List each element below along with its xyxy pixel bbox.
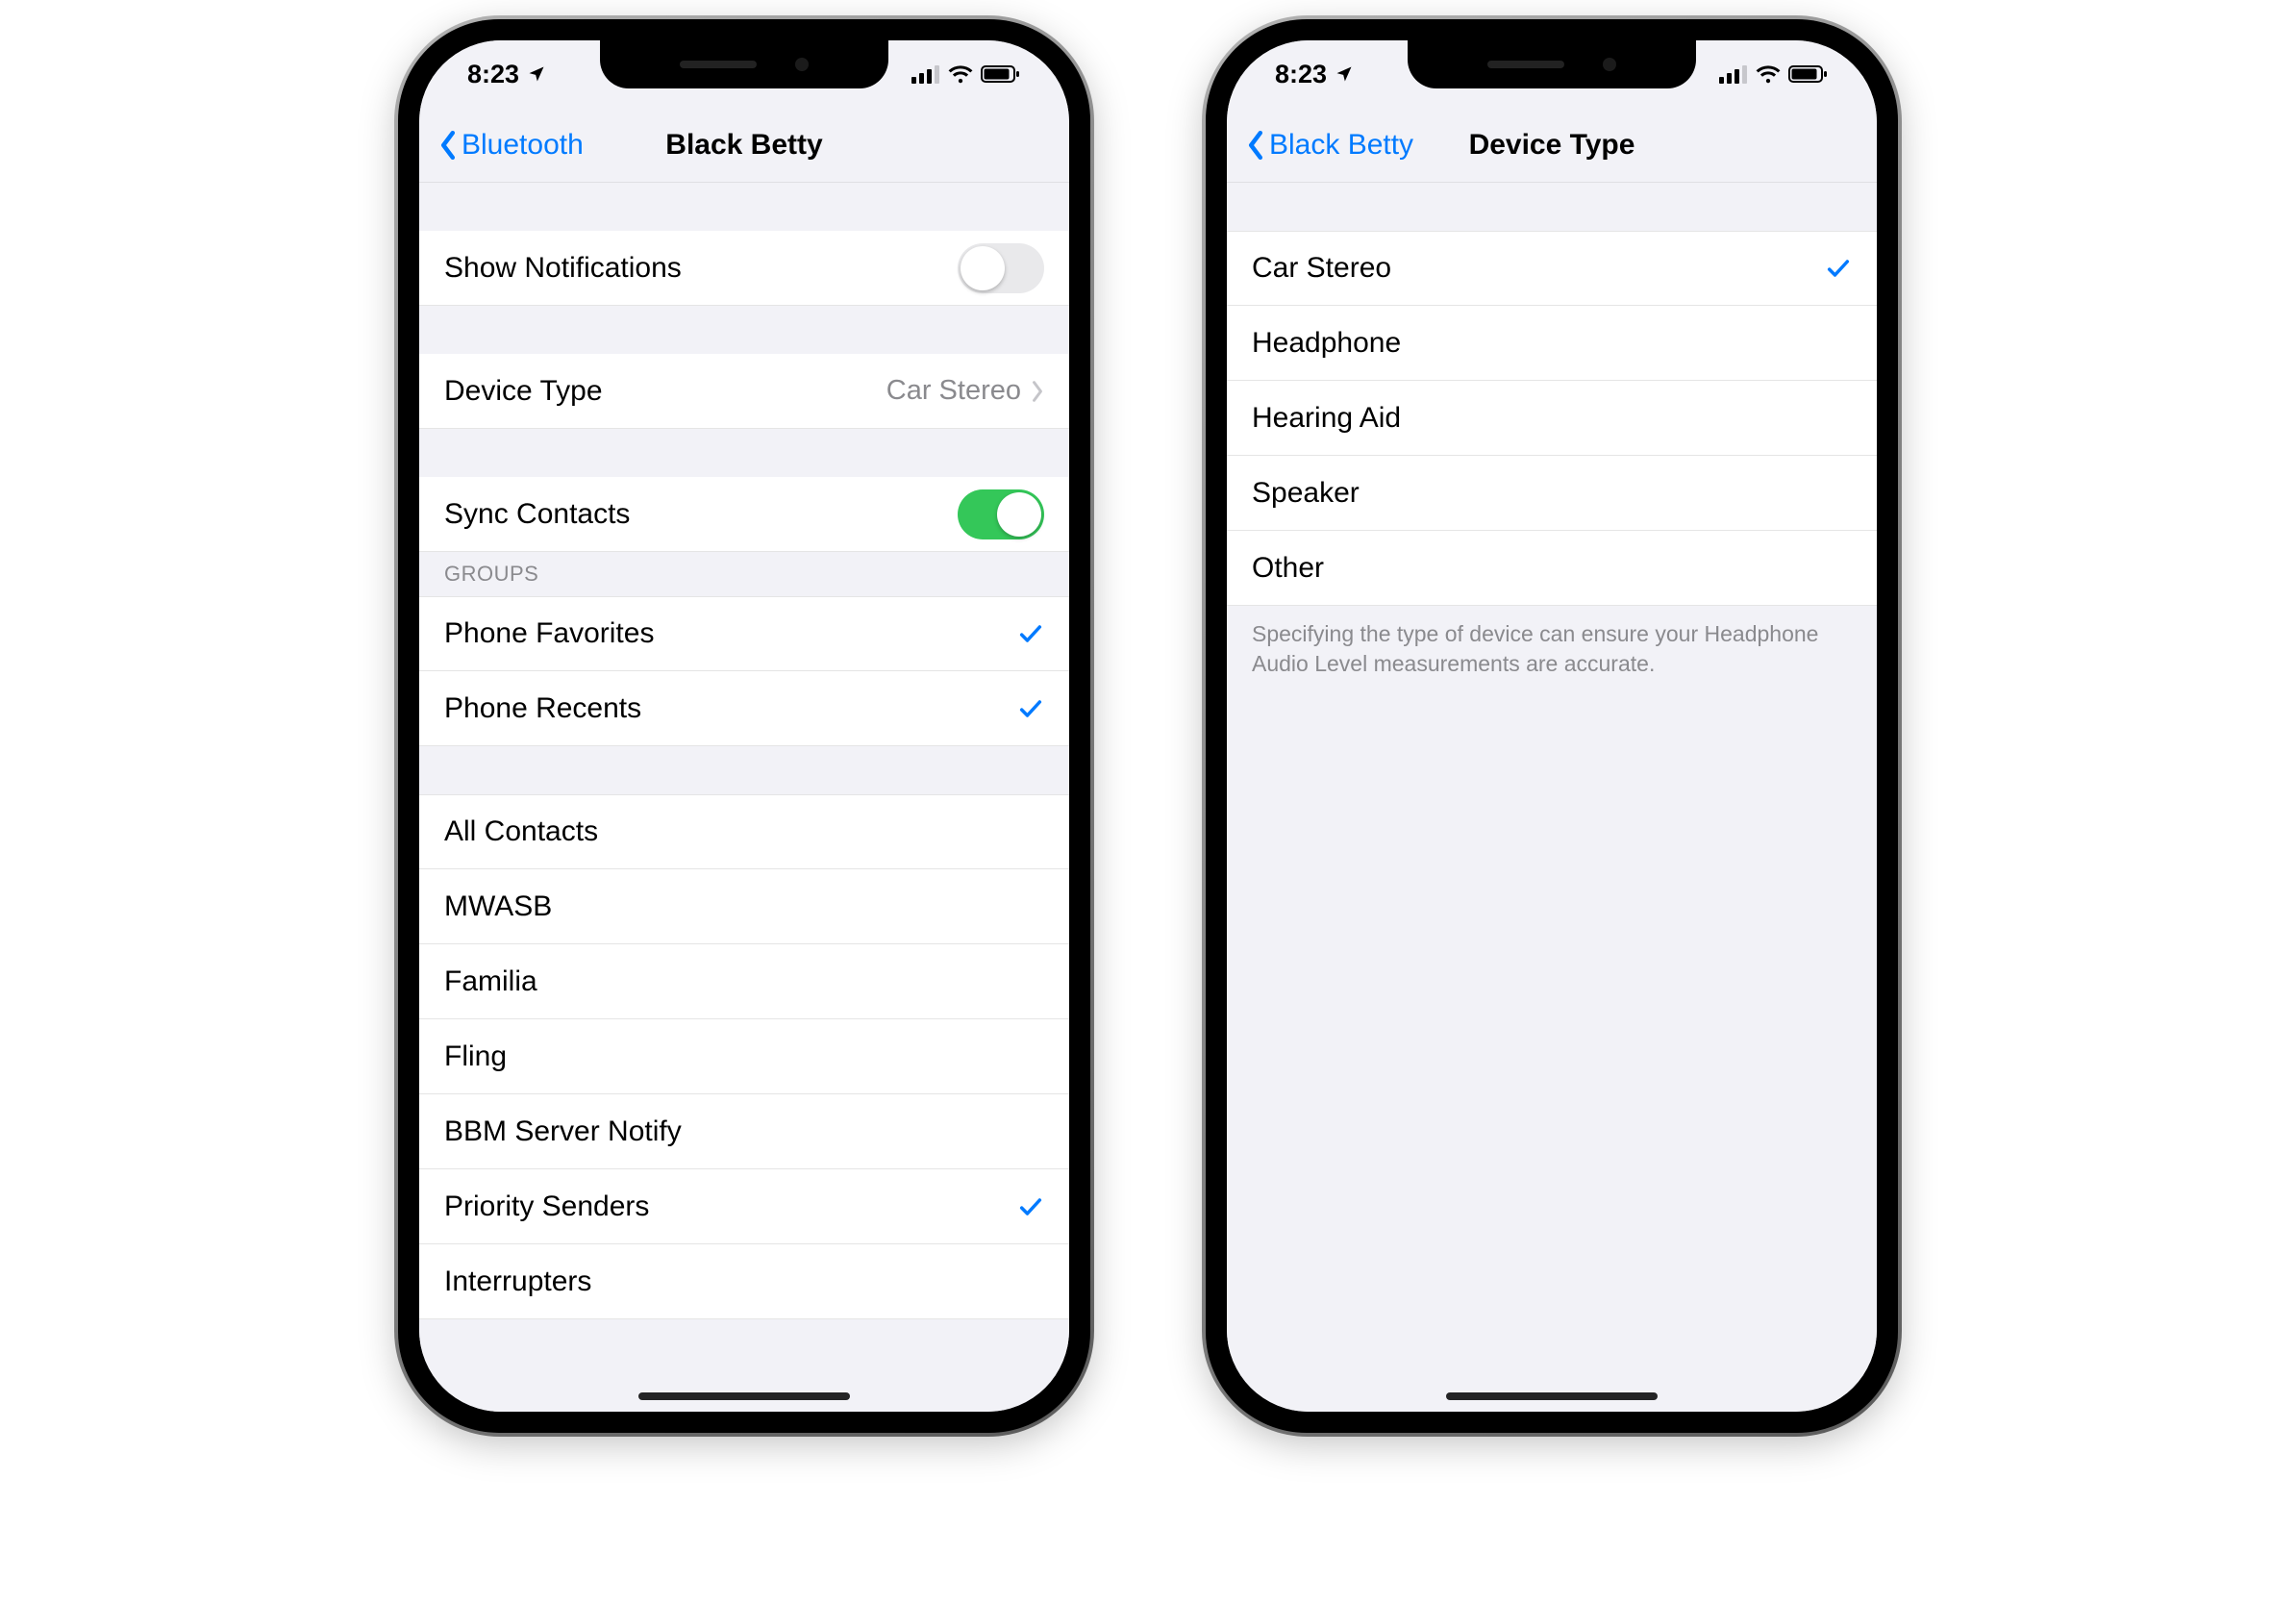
group-row[interactable]: MWASB <box>419 869 1069 944</box>
row-label: MWASB <box>444 890 1044 923</box>
group-row[interactable]: All Contacts <box>419 794 1069 869</box>
row-label: Fling <box>444 1040 1044 1073</box>
back-button[interactable]: Bluetooth <box>438 129 584 162</box>
row-show-notifications[interactable]: Show Notifications <box>419 231 1069 306</box>
group-row[interactable]: Phone Recents <box>419 671 1069 746</box>
phone-left: 8:23 Blu <box>398 19 1090 1433</box>
section-header-groups: GROUPS <box>419 552 1069 596</box>
home-indicator[interactable] <box>638 1392 850 1400</box>
screen-left: 8:23 Blu <box>419 40 1069 1412</box>
checkmark-icon <box>1017 1193 1044 1220</box>
row-label: Hearing Aid <box>1252 402 1852 435</box>
nav-bar: Bluetooth Black Betty <box>419 108 1069 183</box>
row-label: Interrupters <box>444 1266 1044 1298</box>
settings-content[interactable]: Show Notifications Device Type Car Stere… <box>419 183 1069 1412</box>
device-type-option[interactable]: Hearing Aid <box>1227 381 1877 456</box>
group-row[interactable]: Phone Favorites <box>419 596 1069 671</box>
row-label: Speaker <box>1252 477 1852 510</box>
location-services-icon <box>527 64 546 84</box>
row-label: Priority Senders <box>444 1190 1017 1223</box>
row-label: All Contacts <box>444 815 1044 848</box>
device-type-option[interactable]: Speaker <box>1227 456 1877 531</box>
row-device-type[interactable]: Device Type Car Stereo <box>419 354 1069 429</box>
home-indicator[interactable] <box>1446 1392 1658 1400</box>
row-sync-contacts[interactable]: Sync Contacts <box>419 477 1069 552</box>
row-label: Headphone <box>1252 327 1852 360</box>
device-type-option[interactable]: Car Stereo <box>1227 231 1877 306</box>
device-type-content[interactable]: Car Stereo Headphone Hearing Aid Speaker Oth… <box>1227 183 1877 1412</box>
row-label: Device Type <box>444 375 886 408</box>
row-label: Other <box>1252 552 1852 585</box>
device-type-option[interactable]: Other <box>1227 531 1877 606</box>
wifi-icon <box>948 64 973 84</box>
checkmark-icon <box>1017 695 1044 722</box>
chevron-right-icon <box>1031 380 1044 403</box>
back-label: Black Betty <box>1269 129 1413 162</box>
group-row[interactable]: Interrupters <box>419 1244 1069 1319</box>
toggle-sync-contacts[interactable] <box>958 489 1044 539</box>
row-value: Car Stereo <box>886 375 1021 407</box>
wifi-icon <box>1756 64 1781 84</box>
group-row[interactable]: BBM Server Notify <box>419 1094 1069 1169</box>
toggle-show-notifications[interactable] <box>958 243 1044 293</box>
row-label: Show Notifications <box>444 252 958 285</box>
chevron-left-icon <box>1246 130 1265 161</box>
screen-right: 8:23 Bla <box>1227 40 1877 1412</box>
phone-right: 8:23 Bla <box>1206 19 1898 1433</box>
cellular-signal-icon <box>1719 64 1748 84</box>
row-label: Familia <box>444 965 1044 998</box>
chevron-left-icon <box>438 130 458 161</box>
notch <box>600 40 888 88</box>
device-type-option[interactable]: Headphone <box>1227 306 1877 381</box>
status-time: 8:23 <box>1275 60 1327 89</box>
row-label: Sync Contacts <box>444 498 958 531</box>
row-label: Car Stereo <box>1252 252 1825 285</box>
row-label: BBM Server Notify <box>444 1115 1044 1148</box>
checkmark-icon <box>1017 620 1044 647</box>
back-label: Bluetooth <box>462 129 584 162</box>
row-label: Phone Favorites <box>444 617 1017 650</box>
checkmark-icon <box>1825 255 1852 282</box>
battery-icon <box>981 64 1021 84</box>
row-label: Phone Recents <box>444 692 1017 725</box>
group-row[interactable]: Priority Senders <box>419 1169 1069 1244</box>
cellular-signal-icon <box>911 64 940 84</box>
nav-bar: Black Betty Device Type <box>1227 108 1877 183</box>
status-time: 8:23 <box>467 60 519 89</box>
location-services-icon <box>1335 64 1354 84</box>
section-footer: Specifying the type of device can ensure… <box>1227 606 1877 692</box>
battery-icon <box>1788 64 1829 84</box>
back-button[interactable]: Black Betty <box>1246 129 1413 162</box>
notch <box>1408 40 1696 88</box>
page-title: Black Betty <box>665 129 822 162</box>
group-row[interactable]: Familia <box>419 944 1069 1019</box>
group-row[interactable]: Fling <box>419 1019 1069 1094</box>
page-title: Device Type <box>1469 129 1635 162</box>
